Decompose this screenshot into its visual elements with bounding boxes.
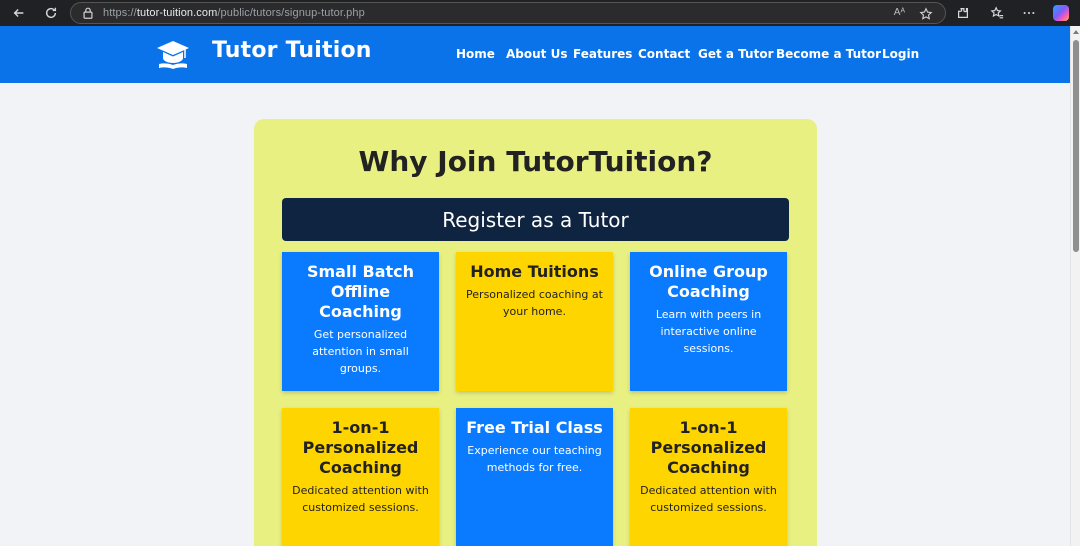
scroll-up-arrow-icon[interactable] xyxy=(1073,30,1079,34)
more-options-icon[interactable] xyxy=(1016,0,1042,26)
card-title: Online Group Coaching xyxy=(649,262,768,301)
card-text: Experience our teaching methods for free… xyxy=(467,444,602,474)
feature-card-free-trial: Free Trial Class Experience our teaching… xyxy=(456,408,613,546)
card-text: Personalized coaching at your home. xyxy=(466,288,603,318)
section-title: Why Join TutorTuition? xyxy=(358,145,713,178)
refresh-icon[interactable] xyxy=(38,0,64,26)
site-header: Tutor Tuition Home About Us Features Con… xyxy=(0,26,1070,83)
nav-get-a-tutor[interactable]: Get a Tutor xyxy=(698,47,774,61)
card-title: Small Batch Offline Coaching xyxy=(306,262,415,321)
lock-icon xyxy=(81,6,95,20)
card-text: Dedicated attention with customized sess… xyxy=(640,484,777,514)
card-title: Home Tuitions xyxy=(470,262,599,281)
read-aloud-icon[interactable]: Aᴬ xyxy=(894,7,905,18)
feature-card-one-on-one-2: 1-on-1 Personalized Coaching Dedicated a… xyxy=(630,408,787,546)
nav-features[interactable]: Features xyxy=(573,47,632,61)
card-title: 1-on-1 Personalized Coaching xyxy=(302,418,419,477)
why-join-panel: Why Join TutorTuition? Register as a Tut… xyxy=(254,119,817,546)
feature-card-home-tuitions: Home Tuitions Personalized coaching at y… xyxy=(456,252,613,391)
favorite-star-icon[interactable] xyxy=(919,6,933,20)
scrollbar-thumb[interactable] xyxy=(1073,40,1079,252)
card-title: Free Trial Class xyxy=(466,418,603,437)
graduation-cap-icon[interactable] xyxy=(156,40,190,70)
card-text: Dedicated attention with customized sess… xyxy=(292,484,429,514)
nav-login[interactable]: Login xyxy=(882,47,919,61)
url-text: https://tutor-tuition.com/public/tutors/… xyxy=(103,7,365,19)
favorites-icon[interactable] xyxy=(984,0,1010,26)
address-bar[interactable]: https://tutor-tuition.com/public/tutors/… xyxy=(70,2,946,24)
nav-contact[interactable]: Contact xyxy=(638,47,690,61)
register-as-tutor-button[interactable]: Register as a Tutor xyxy=(282,198,789,241)
card-text: Get personalized attention in small grou… xyxy=(312,328,409,375)
page-scrollbar[interactable] xyxy=(1070,26,1080,546)
copilot-icon[interactable] xyxy=(1053,5,1069,21)
extensions-icon[interactable] xyxy=(950,0,976,26)
card-text: Learn with peers in interactive online s… xyxy=(655,308,762,355)
nav-home[interactable]: Home xyxy=(456,47,495,61)
feature-card-online-group: Online Group Coaching Learn with peers i… xyxy=(630,252,787,391)
feature-card-one-on-one: 1-on-1 Personalized Coaching Dedicated a… xyxy=(282,408,439,546)
card-title: 1-on-1 Personalized Coaching xyxy=(650,418,767,477)
back-arrow-icon[interactable] xyxy=(6,0,32,26)
brand-name[interactable]: Tutor Tuition xyxy=(212,38,372,63)
browser-toolbar: https://tutor-tuition.com/public/tutors/… xyxy=(0,0,1080,26)
nav-about-us[interactable]: About Us xyxy=(506,47,567,61)
nav-become-a-tutor[interactable]: Become a Tutor xyxy=(776,47,881,61)
feature-card-small-batch: Small Batch Offline Coaching Get persona… xyxy=(282,252,439,391)
